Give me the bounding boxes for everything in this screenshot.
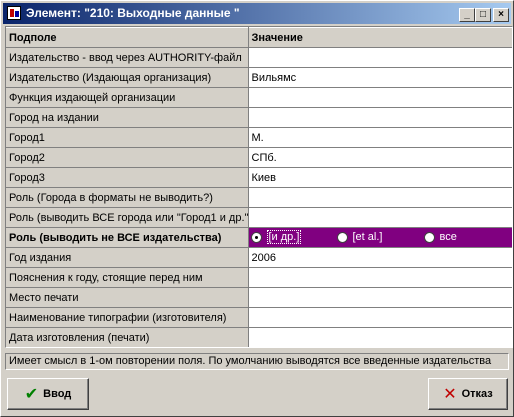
subfield-name-cell[interactable]: Издательство (Издающая организация) xyxy=(6,67,249,88)
radio-option-label: [et al.] xyxy=(352,231,383,244)
subfield-value-cell[interactable] xyxy=(248,307,512,328)
subfield-value-cell[interactable]: Киев xyxy=(248,167,512,188)
radio-option[interactable]: [и др.] xyxy=(250,230,302,245)
subfield-name-cell[interactable]: Город2 xyxy=(6,147,249,168)
window-title: Элемент: "210: Выходные данные " xyxy=(26,6,240,20)
subfield-value-cell[interactable] xyxy=(248,207,512,228)
title-bar[interactable]: Элемент: "210: Выходные данные " _ □ × xyxy=(3,3,511,24)
table-row[interactable]: Наименование типографии (изготовителя) xyxy=(6,307,512,328)
subfield-value-cell[interactable] xyxy=(248,87,512,108)
subfield-name-cell[interactable]: Место печати xyxy=(6,287,249,308)
table-row[interactable]: Пояснения к году, стоящие перед ним xyxy=(6,267,512,288)
subfield-grid[interactable]: Подполе Значение Издательство - ввод чер… xyxy=(5,26,513,348)
subfield-name-cell[interactable]: Город на издании xyxy=(6,107,249,128)
subfield-value-cell[interactable] xyxy=(248,47,512,68)
table-row[interactable]: Город3 Киев xyxy=(6,167,512,188)
radio-button-icon[interactable] xyxy=(336,231,348,243)
table-row[interactable]: Место печати xyxy=(6,287,512,308)
subfield-value-cell[interactable] xyxy=(248,287,512,308)
header-value[interactable]: Значение xyxy=(248,27,512,48)
cancel-x-icon: ✕ xyxy=(443,386,457,403)
table-row[interactable]: Город2 СПб. xyxy=(6,147,512,168)
table-row[interactable]: Роль (выводить не ВСЕ издательства) [и др… xyxy=(6,227,512,248)
subfield-value-cell[interactable] xyxy=(248,107,512,128)
maximize-button[interactable]: □ xyxy=(475,8,491,22)
header-subfield[interactable]: Подполе xyxy=(6,27,249,48)
grid-header-row: Подполе Значение xyxy=(6,27,512,48)
app-icon[interactable] xyxy=(7,6,21,20)
subfield-value-cell[interactable] xyxy=(248,267,512,288)
table-row[interactable]: Издательство (Издающая организация) Вилья… xyxy=(6,67,512,88)
checkmark-icon: ✔ xyxy=(24,386,39,403)
radio-option-label: все xyxy=(439,231,457,244)
cancel-button[interactable]: ✕ Отказ xyxy=(428,378,508,410)
hint-status-bar: Имеет смысл в 1-ом повторении поля. По у… xyxy=(5,353,509,370)
enter-button[interactable]: ✔ Ввод xyxy=(7,378,89,410)
subfield-name-cell[interactable]: Издательство - ввод через AUTHORITY-файл xyxy=(6,47,249,68)
subfield-value-cell[interactable]: 2006 xyxy=(248,247,512,268)
minimize-button[interactable]: _ xyxy=(459,8,475,22)
radio-option-label: [и др.] xyxy=(266,230,302,245)
cancel-button-label: Отказ xyxy=(461,388,493,400)
subfield-name-cell[interactable]: Дата изготовления (печати) xyxy=(6,327,249,347)
subfield-name-cell[interactable]: Функция издающей организации xyxy=(6,87,249,108)
table-row[interactable]: Город на издании xyxy=(6,107,512,128)
table-row[interactable]: Год издания 2006 xyxy=(6,247,512,268)
subfield-name-cell[interactable]: Роль (выводить не ВСЕ издательства) xyxy=(6,227,249,248)
subfield-name-cell[interactable]: Город1 xyxy=(6,127,249,148)
subfield-name-cell[interactable]: Роль (выводить ВСЕ города или "Город1 и … xyxy=(6,207,249,228)
subfield-name-cell[interactable]: Пояснения к году, стоящие перед ним xyxy=(6,267,249,288)
radio-option[interactable]: [et al.] xyxy=(336,231,383,244)
table-row[interactable]: Дата изготовления (печати) xyxy=(6,327,512,347)
close-button[interactable]: × xyxy=(493,8,509,22)
table-row[interactable]: Функция издающей организации xyxy=(6,87,512,108)
subfield-name-cell[interactable]: Роль (Города в форматы не выводить?) xyxy=(6,187,249,208)
dialog-window: Элемент: "210: Выходные данные " _ □ × П… xyxy=(0,0,514,417)
subfield-value-cell[interactable] xyxy=(248,327,512,347)
subfield-value-cell[interactable]: [и др.] [et al.] все xyxy=(248,227,512,248)
subfield-table: Подполе Значение Издательство - ввод чер… xyxy=(6,27,512,347)
subfield-name-cell[interactable]: Год издания xyxy=(6,247,249,268)
subfield-value-cell[interactable]: М. xyxy=(248,127,512,148)
radio-button-icon[interactable] xyxy=(250,231,262,243)
table-row[interactable]: Город1 М. xyxy=(6,127,512,148)
table-row[interactable]: Издательство - ввод через AUTHORITY-файл xyxy=(6,47,512,68)
subfield-value-cell[interactable] xyxy=(248,187,512,208)
subfield-name-cell[interactable]: Наименование типографии (изготовителя) xyxy=(6,307,249,328)
enter-button-label: Ввод xyxy=(43,388,72,400)
radio-button-icon[interactable] xyxy=(423,231,435,243)
table-row[interactable]: Роль (Города в форматы не выводить?) xyxy=(6,187,512,208)
subfield-value-cell[interactable]: Вильямс xyxy=(248,67,512,88)
radio-option[interactable]: все xyxy=(423,231,457,244)
table-row[interactable]: Роль (выводить ВСЕ города или "Город1 и … xyxy=(6,207,512,228)
subfield-name-cell[interactable]: Город3 xyxy=(6,167,249,188)
subfield-value-cell[interactable]: СПб. xyxy=(248,147,512,168)
